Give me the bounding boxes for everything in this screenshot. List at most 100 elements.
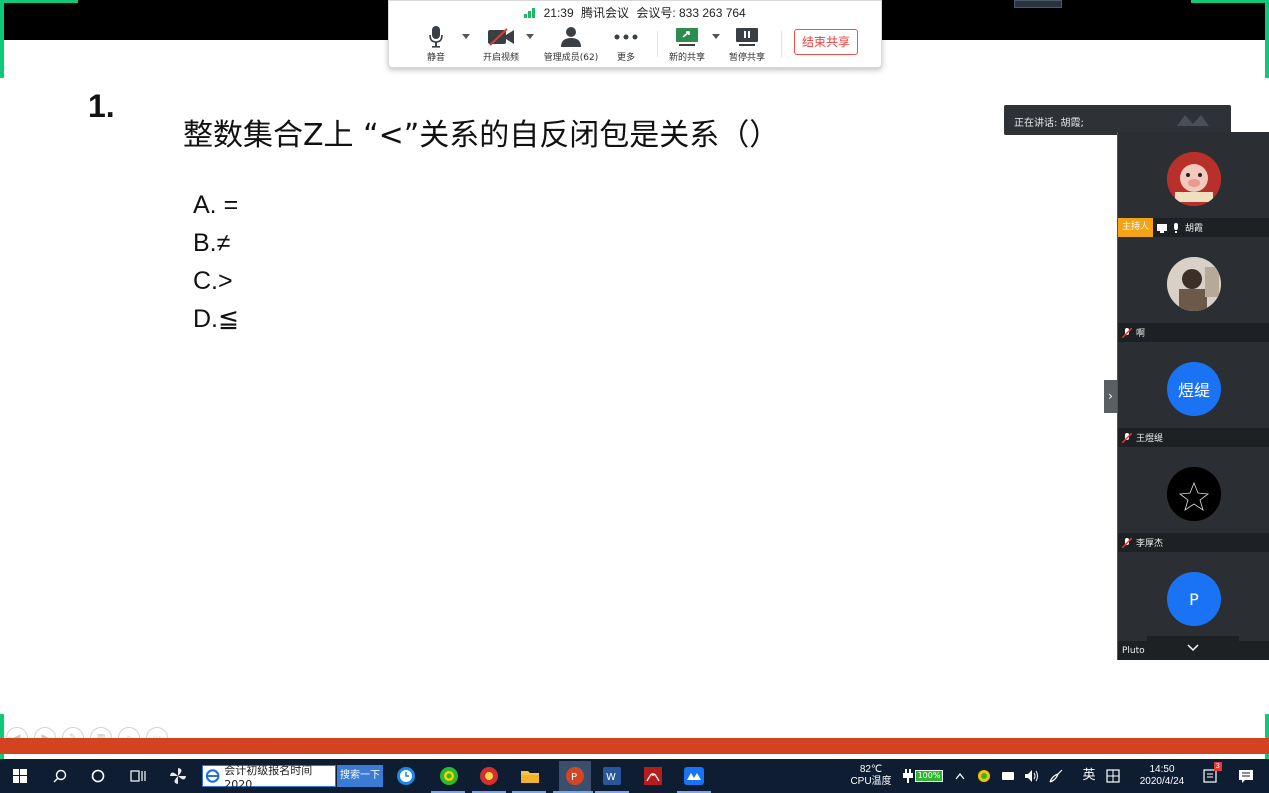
participant-video-panel: 主持人 胡霞 啊 煜缇 王煜缇 李厚杰 P Pluto: [1117, 132, 1269, 660]
video-options-chevron-icon[interactable]: [526, 34, 534, 39]
cpu-temperature[interactable]: 82℃ CPU温度: [846, 764, 896, 788]
windows-taskbar: 会计初级报名时间2020 搜索一下 P W 82℃ CPU温度 100% 英 1…: [0, 759, 1269, 793]
share-border-top-left: [0, 0, 78, 3]
participant-name: 胡霞: [1185, 224, 1204, 234]
meeting-info: 21:39 腾讯会议 会议号: 833 263 764: [389, 4, 881, 22]
input-method-language[interactable]: 英: [1080, 768, 1098, 781]
battery-level: 100%: [914, 770, 944, 782]
meeting-app-name: 腾讯会议: [580, 6, 629, 20]
speaking-label: 正在讲话: 胡霞;: [1014, 118, 1084, 129]
ime-mode-icon[interactable]: [1101, 764, 1125, 788]
cortana-icon[interactable]: [86, 764, 110, 788]
word-icon[interactable]: W: [600, 764, 624, 788]
task-view-icon[interactable]: [126, 764, 150, 788]
participant-name: 李厚杰: [1136, 539, 1164, 549]
pinwheel-app-icon[interactable]: [166, 764, 190, 788]
clock-date: 2020/4/24: [1139, 776, 1185, 787]
power-plug-icon: [902, 769, 913, 783]
system-clock[interactable]: 14:50 2020/4/24: [1130, 764, 1194, 788]
tencent-meeting-watermark-icon: [1177, 115, 1209, 126]
battery-icon[interactable]: 100%: [902, 764, 944, 788]
microphone-on-icon: [1174, 222, 1179, 233]
microphone-muted-icon: [1122, 327, 1132, 338]
toolbar-divider: [657, 31, 658, 57]
participant-name: 王煜缇: [1136, 434, 1164, 444]
avatar: [1167, 152, 1221, 206]
meeting-id: 会议号: 833 263 764: [636, 6, 746, 20]
participant-tile[interactable]: 李厚杰: [1118, 447, 1269, 552]
participant-tile[interactable]: 主持人 胡霞: [1118, 132, 1269, 237]
browser-360-icon[interactable]: [437, 764, 461, 788]
action-center-icon[interactable]: [1234, 764, 1258, 788]
show-hidden-icons-chevron-icon[interactable]: [948, 764, 972, 788]
avatar: [1167, 467, 1221, 521]
start-video-button[interactable]: 开启视频: [477, 25, 525, 65]
clock-app-icon[interactable]: [394, 764, 418, 788]
option-a: A. =: [193, 191, 239, 219]
collapse-panel-chevron-icon[interactable]: ›: [1104, 380, 1117, 413]
screen: 21:39 腾讯会议 会议号: 833 263 764 静音 开启视频 管理成员…: [0, 0, 1269, 793]
signal-strength-icon: [524, 8, 536, 18]
meeting-time: 21:39: [543, 6, 574, 20]
clock-time: 14:50: [1149, 764, 1175, 775]
share-options-chevron-icon[interactable]: [712, 34, 720, 39]
search-go-button[interactable]: 搜索一下: [337, 765, 383, 787]
manage-members-button[interactable]: 管理成员(62): [543, 25, 599, 65]
mini-preview-thumbnail[interactable]: [1014, 0, 1062, 8]
microphone-muted-icon: [1122, 432, 1132, 443]
participant-tile[interactable]: 啊: [1118, 237, 1269, 342]
question-text: 整数集合Z上 “<”关系的自反闭包是关系（）: [183, 118, 780, 153]
avatar: [1167, 257, 1221, 311]
avatar: 煜缇: [1167, 362, 1221, 416]
more-dots-icon: [609, 25, 643, 49]
video-off-icon: [477, 25, 525, 49]
pen-ink-icon[interactable]: [1044, 764, 1068, 788]
presentation-progress-bar: [0, 738, 1269, 754]
pdf-reader-icon[interactable]: [641, 764, 665, 788]
end-share-button[interactable]: 结束共享: [794, 29, 858, 55]
svg-text:W: W: [606, 772, 616, 783]
mute-options-chevron-icon[interactable]: [462, 34, 470, 39]
microphone-muted-icon: [1122, 537, 1132, 548]
notes-icon[interactable]: 3: [1198, 762, 1222, 788]
toolbar-divider: [781, 31, 782, 57]
new-share-button[interactable]: 新的共享: [667, 25, 707, 65]
search-query-text: 会计初级报名时间2020: [224, 763, 313, 791]
option-b: B.≠: [193, 229, 231, 257]
security-app-icon[interactable]: [972, 764, 996, 788]
participant-name: 啊: [1136, 329, 1146, 339]
share-border-top-right: [1191, 0, 1269, 3]
screen-share-status-icon: [1157, 223, 1168, 233]
svg-text:P: P: [571, 772, 577, 783]
browser-search-input[interactable]: 会计初级报名时间2020: [202, 764, 336, 791]
volume-icon[interactable]: [1020, 764, 1044, 788]
pause-share-icon: [725, 25, 769, 49]
meeting-toolbar: 21:39 腾讯会议 会议号: 833 263 764 静音 开启视频 管理成员…: [388, 0, 882, 68]
pause-share-button[interactable]: 暂停共享: [725, 25, 769, 65]
tencent-meeting-icon[interactable]: [682, 764, 706, 788]
participant-name: Pluto: [1122, 645, 1145, 656]
scroll-down-chevron-icon[interactable]: [1147, 636, 1239, 660]
option-d: D.≦: [193, 305, 239, 333]
host-badge: 主持人: [1118, 218, 1154, 237]
red-app-icon[interactable]: [477, 764, 501, 788]
windows-start-icon[interactable]: [8, 764, 32, 788]
powerpoint-icon[interactable]: P: [559, 761, 591, 791]
option-c: C.>: [193, 267, 233, 295]
participant-tile[interactable]: 煜缇 王煜缇: [1118, 342, 1269, 447]
search-icon[interactable]: [48, 764, 72, 788]
notification-count-badge: 3: [1213, 762, 1222, 771]
share-border-left-top: [0, 0, 4, 78]
keyboard-icon[interactable]: [996, 764, 1020, 788]
share-border-right-top: [1265, 0, 1269, 78]
participant-name-bar: 王煜缇: [1118, 428, 1269, 447]
participant-name-bar: 啊: [1118, 323, 1269, 342]
mute-button[interactable]: 静音: [419, 25, 453, 65]
microphone-icon: [419, 25, 453, 49]
file-explorer-icon[interactable]: [518, 764, 542, 788]
speaking-indicator: 正在讲话: 胡霞;: [1004, 105, 1231, 135]
ie-browser-icon: [205, 769, 220, 783]
members-icon: [543, 25, 599, 49]
more-button[interactable]: 更多: [609, 25, 643, 65]
slide-number: 1.: [88, 88, 115, 124]
